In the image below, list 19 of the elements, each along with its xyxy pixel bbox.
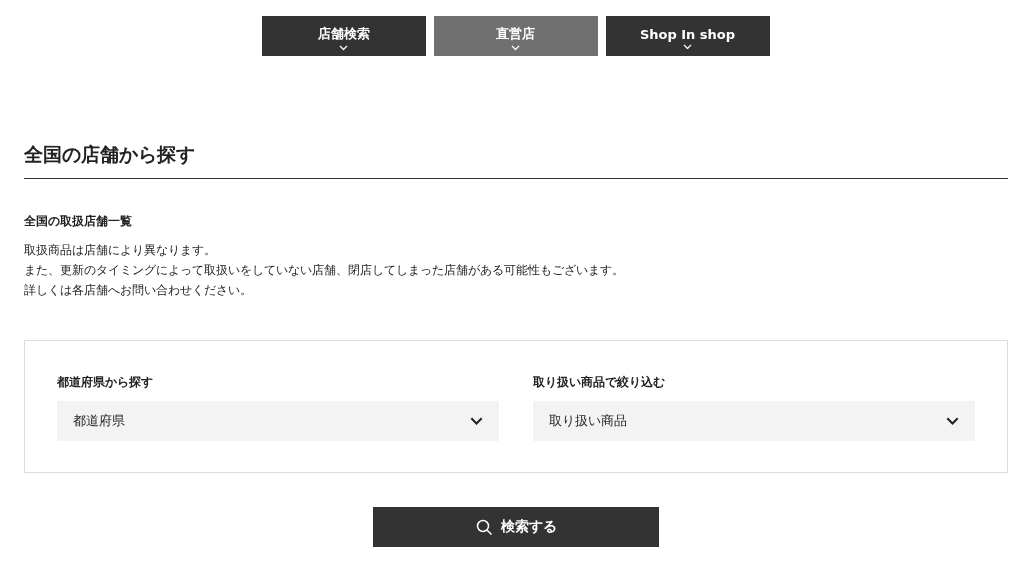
chevron-icon [683, 43, 692, 50]
nav-tab[interactable]: Shop In shop [605, 16, 770, 56]
dropdown-select[interactable]: 取り扱い商品 [533, 401, 975, 441]
filter-label: 都道府県から探す [57, 374, 154, 391]
note-text: 取扱商品は店舗により異なります。 [24, 242, 217, 259]
page-heading: 全国の店舗から探す [24, 142, 1008, 179]
dropdown-select[interactable]: 都道府県 [57, 401, 499, 441]
note-text: また、更新のタイミングによって取扱いをしていない店舗、閉店してしまった店舗がある可能性もございます。 [24, 262, 625, 279]
chevron-icon [470, 417, 483, 425]
section-heading: 全国の取扱店舗一覧 [24, 213, 133, 230]
note-text: 詳しくは各店舗へお問い合わせください。 [24, 282, 253, 299]
search-button[interactable]: 検索する [373, 507, 659, 547]
chevron-icon [511, 45, 520, 51]
chevron-icon [339, 45, 348, 51]
filter-label: 取り扱い商品で絞り込む [533, 374, 666, 391]
search-icon [475, 518, 493, 536]
nav-tab[interactable]: 店舗検索 [261, 16, 426, 56]
chevron-icon [946, 417, 959, 425]
nav-tab[interactable]: 直営店 [433, 16, 598, 56]
